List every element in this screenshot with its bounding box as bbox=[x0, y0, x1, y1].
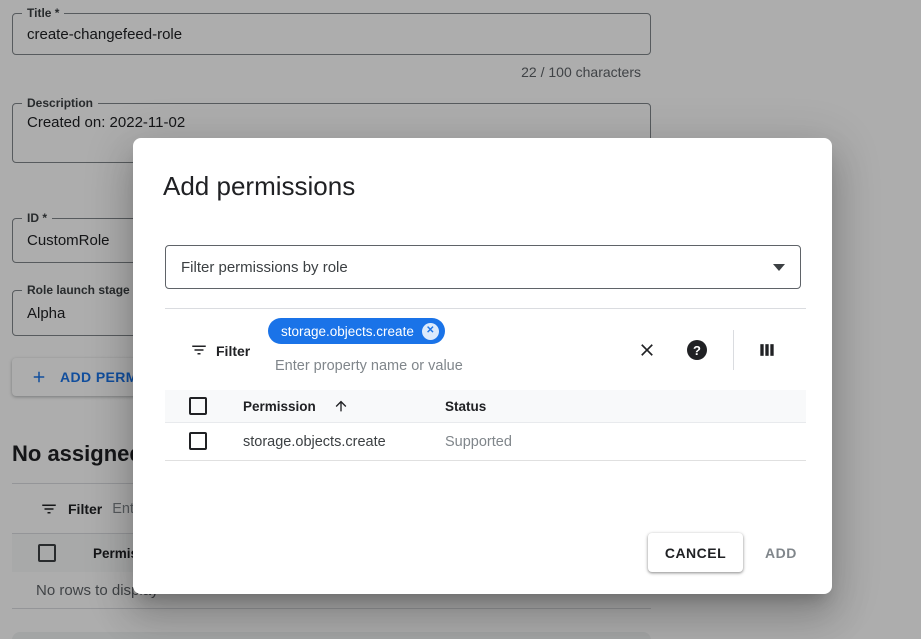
role-filter-dropdown[interactable]: Filter permissions by role bbox=[165, 245, 801, 289]
create-role-page: Title * create-changefeed-role 22 / 100 … bbox=[0, 0, 921, 639]
permissions-table: Permission Status storage.objects.create… bbox=[165, 390, 806, 461]
dropdown-arrow-icon bbox=[773, 264, 785, 271]
sort-ascending-icon[interactable] bbox=[333, 398, 349, 414]
table-row[interactable]: storage.objects.create Supported bbox=[165, 423, 806, 461]
clear-filters-button[interactable] bbox=[635, 338, 659, 362]
dialog-filter-toolbar: Filter storage.objects.create ✕ Enter pr… bbox=[165, 309, 806, 390]
help-icon[interactable]: ? bbox=[685, 338, 709, 362]
select-all-checkbox[interactable] bbox=[189, 397, 207, 415]
dialog-filter-label: Filter bbox=[216, 343, 250, 359]
add-permissions-dialog: Add permissions Filter permissions by ro… bbox=[133, 138, 832, 594]
permissions-table-header: Permission Status bbox=[165, 390, 806, 423]
permission-cell: storage.objects.create bbox=[243, 434, 386, 450]
permission-column-header[interactable]: Permission bbox=[243, 399, 316, 414]
chip-remove-icon[interactable]: ✕ bbox=[422, 323, 439, 340]
filter-chip[interactable]: storage.objects.create ✕ bbox=[268, 318, 445, 344]
toolbar-divider bbox=[733, 330, 734, 370]
filter-chip-label: storage.objects.create bbox=[281, 324, 414, 339]
dialog-filter-input[interactable]: Enter property name or value bbox=[275, 358, 463, 374]
role-filter-placeholder: Filter permissions by role bbox=[181, 259, 348, 276]
status-cell: Supported bbox=[445, 434, 512, 450]
filter-funnel-icon bbox=[190, 341, 208, 359]
dialog-title: Add permissions bbox=[163, 171, 355, 202]
cancel-button[interactable]: CANCEL bbox=[648, 533, 743, 572]
add-button[interactable]: ADD bbox=[765, 533, 797, 572]
row-checkbox[interactable] bbox=[189, 432, 207, 450]
status-column-header[interactable]: Status bbox=[445, 399, 486, 414]
column-display-icon[interactable] bbox=[755, 338, 779, 362]
